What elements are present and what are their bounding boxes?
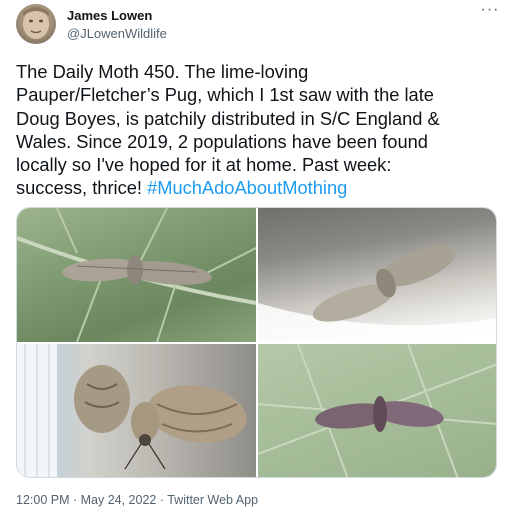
user-handle[interactable]: @JLowenWildlife bbox=[67, 26, 167, 41]
tweet-text: The Daily Moth 450. The lime-loving Paup… bbox=[16, 60, 498, 200]
moth-photo-1[interactable] bbox=[17, 208, 256, 342]
display-name[interactable]: James Lowen bbox=[67, 8, 152, 23]
moth-photo-3-image bbox=[17, 344, 247, 477]
moth-photo-2[interactable] bbox=[258, 208, 496, 342]
moth-photo-4-image bbox=[258, 344, 496, 477]
media-grid bbox=[16, 207, 497, 478]
tweet-text-line: locally so I've hoped for it at home. Pa… bbox=[16, 154, 392, 176]
hashtag-link[interactable]: #MuchAdoAboutMothing bbox=[147, 177, 347, 198]
tweet-text-line: Pauper/Fletcher’s Pug, which I 1st saw w… bbox=[16, 84, 434, 106]
avatar[interactable] bbox=[16, 4, 56, 44]
tweet-text-line: The Daily Moth 450. The lime-loving bbox=[16, 61, 309, 82]
moth-photo-3[interactable] bbox=[17, 344, 256, 477]
tweet-text-line: success, thrice! bbox=[16, 177, 148, 199]
tweet-text-line: Wales. Since 2019, 2 populations have be… bbox=[16, 130, 428, 152]
tweet-text-final-line: success, thrice! #MuchAdoAboutMothing bbox=[16, 176, 498, 199]
moth-photo-2-image bbox=[258, 245, 496, 342]
tweet-text-line: Doug Boyes, is patchily distributed in S… bbox=[16, 107, 440, 129]
moth-photo-4[interactable] bbox=[258, 344, 496, 477]
tweet-meta[interactable]: 12:00 PM · May 24, 2022 · Twitter Web Ap… bbox=[16, 493, 258, 507]
tweet: James Lowen @JLowenWildlife ··· The Dail… bbox=[0, 0, 511, 525]
avatar-image bbox=[23, 7, 49, 39]
moth-photo-1-image bbox=[17, 208, 256, 342]
more-icon[interactable]: ··· bbox=[480, 2, 500, 20]
tweet-text-last-line: locally so I've hoped for it at home. Pa… bbox=[16, 153, 498, 176]
